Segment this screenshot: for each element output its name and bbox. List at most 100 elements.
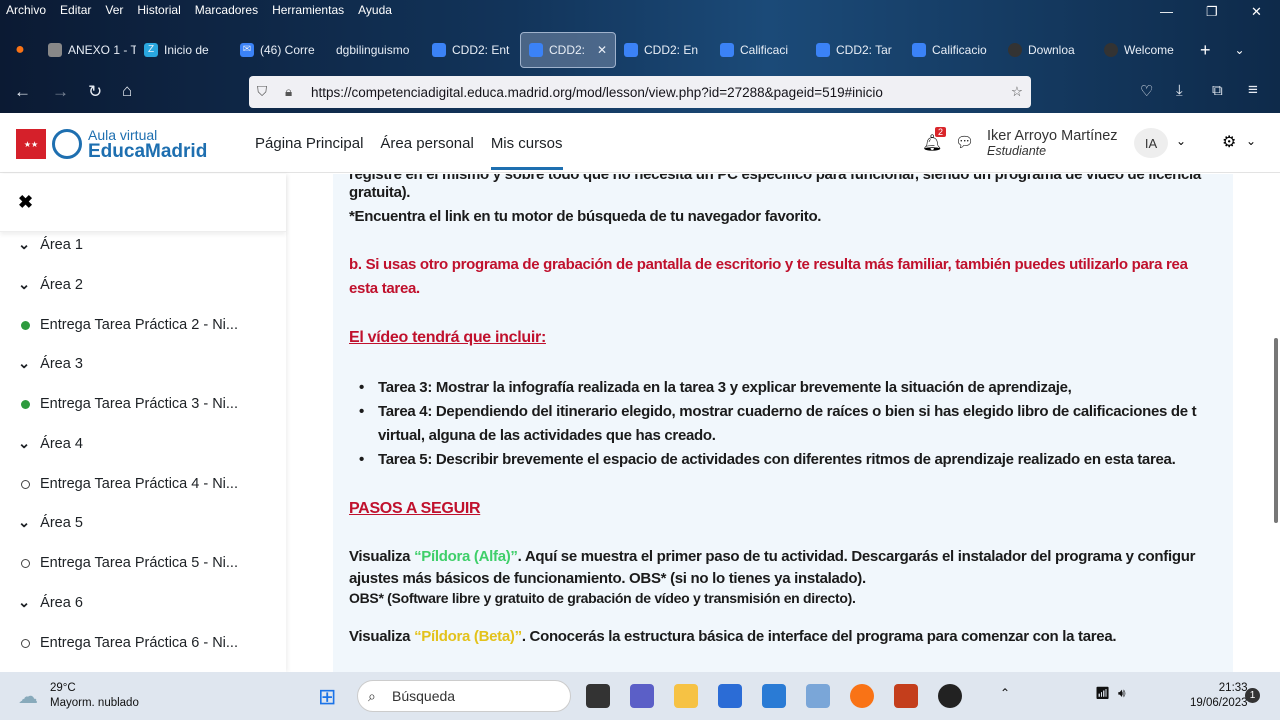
app-menu-icon[interactable]: ≡ — [1248, 80, 1258, 100]
menu-herramientas[interactable]: Herramientas — [272, 3, 344, 17]
tray-chevron-icon[interactable]: ⌃ — [1000, 686, 1010, 700]
tab[interactable]: CDD2: Tar — [808, 32, 904, 68]
volume-icon[interactable]: 🔊︎ — [1118, 686, 1126, 701]
close-drawer-icon[interactable]: ✖ — [0, 174, 286, 232]
text-line: *Encuentra el link en tu motor de búsque… — [349, 208, 822, 225]
tab[interactable]: Z Inicio de — [136, 32, 232, 68]
weather-widget[interactable]: 29°C Mayorm. nublado — [50, 681, 139, 711]
mail-icon[interactable] — [762, 684, 786, 708]
new-tab-button[interactable]: + — [1200, 40, 1211, 61]
task-view-icon[interactable] — [586, 684, 610, 708]
teams-icon[interactable] — [630, 684, 654, 708]
page-scrollbar[interactable] — [1274, 338, 1278, 523]
search-icon: ⌕ — [368, 687, 376, 704]
home-button[interactable]: ⌂ — [122, 81, 132, 101]
menu-marcadores[interactable]: Marcadores — [195, 3, 258, 17]
taskbar-search[interactable]: ⌕ Búsqueda — [357, 680, 571, 712]
tab-label: dgbilinguismo — [336, 43, 410, 57]
download-icon[interactable]: ⤓ — [1176, 82, 1183, 99]
list-item: Tarea 3: Mostrar la infografía realizada… — [378, 379, 1072, 396]
pildora-alfa-link[interactable]: “Píldora (Alfa)” — [414, 548, 518, 565]
weather-icon[interactable]: ☁ — [18, 684, 38, 709]
tab[interactable]: Downloa — [1000, 32, 1096, 68]
avatar[interactable]: IA — [1134, 128, 1168, 158]
mail-icon: ✉ — [240, 43, 254, 57]
menu-ayuda[interactable]: Ayuda — [358, 3, 392, 17]
tab-label: CDD2: — [549, 43, 586, 57]
maximize-button[interactable]: ❐ — [1206, 4, 1218, 20]
text-line: gratuita). — [349, 184, 411, 201]
menu-ver[interactable]: Ver — [105, 3, 123, 17]
nav-area-personal[interactable]: Área personal — [380, 135, 473, 170]
url-bar[interactable]: ⛉ 🔒︎ https://competenciadigital.educa.ma… — [249, 76, 1031, 108]
pildora-beta-link[interactable]: “Píldora (Beta)” — [414, 628, 522, 645]
sidebar-section[interactable]: ⌄ Área 3 — [18, 356, 83, 372]
sidebar-activity[interactable]: Entrega Tarea Práctica 5 - Ni... — [18, 555, 238, 571]
tab[interactable]: CDD2: Ent — [424, 32, 520, 68]
tab[interactable]: Welcome — [1096, 32, 1192, 68]
temperature: 29°C — [50, 682, 76, 694]
tab-active[interactable]: CDD2: ✕ — [520, 32, 616, 68]
chevron-down-icon: ⌄ — [18, 515, 31, 531]
tab-label: CDD2: Tar — [836, 43, 892, 57]
list-item: virtual, alguna de las actividades que h… — [378, 427, 716, 444]
file-explorer-icon[interactable] — [674, 684, 698, 708]
pocket-icon[interactable]: ♡ — [1140, 82, 1153, 100]
powerpoint-icon[interactable] — [894, 684, 918, 708]
sidebar-section[interactable]: ⌄ Área 2 — [18, 277, 83, 293]
windows-start-icon[interactable]: ⊞ — [318, 684, 336, 710]
close-window-button[interactable]: ✕ — [1251, 4, 1262, 20]
list-tabs-button[interactable]: ⌄ — [1235, 43, 1245, 57]
educamadrid-logo[interactable]: ★★ Aula virtual EducaMadrid — [16, 127, 207, 161]
messages-icon[interactable]: 💬︎ — [955, 133, 974, 151]
lock-icon[interactable]: 🔒︎ — [285, 84, 292, 100]
sidebar-label: Entrega Tarea Práctica 4 - Ni... — [40, 476, 238, 492]
url-text[interactable]: https://competenciadigital.educa.madrid.… — [311, 85, 883, 100]
tab[interactable]: Calificacio — [904, 32, 1000, 68]
lesson-content: registre en el mismo y sobre todo que no… — [333, 174, 1233, 672]
section-heading: PASOS A SEGUIR — [349, 500, 481, 517]
wifi-icon[interactable]: 📶︎ — [1095, 686, 1110, 700]
snipping-tool-icon[interactable] — [806, 684, 830, 708]
list-item: Tarea 5: Describir brevemente el espacio… — [378, 451, 1176, 468]
obs-icon[interactable] — [938, 684, 962, 708]
sidebar-activity[interactable]: Entrega Tarea Práctica 3 - Ni... — [18, 396, 238, 412]
extensions-icon[interactable]: ⧉ — [1212, 82, 1223, 99]
clock[interactable]: 21:33 19/06/2023 — [1190, 681, 1248, 711]
nav-mis-cursos[interactable]: Mis cursos — [490, 135, 563, 170]
forward-button[interactable]: → — [52, 82, 69, 102]
tab-label: ANEXO 1 - TF — [68, 43, 136, 57]
chevron-down-icon[interactable]: ⌄ — [1176, 134, 1186, 148]
sidebar-activity[interactable]: Entrega Tarea Práctica 4 - Ni... — [18, 476, 238, 492]
tab-strip: ● ANEXO 1 - TF Z Inicio de ✉ (46) Corre dg… — [0, 31, 1280, 69]
sidebar-activity[interactable]: Entrega Tarea Práctica 6 - Ni... — [18, 635, 238, 651]
sidebar-section[interactable]: ⌄ Área 6 — [18, 595, 83, 611]
tab[interactable]: ✉ (46) Corre — [232, 32, 328, 68]
section-heading: El vídeo tendrá que incluir: — [349, 329, 546, 346]
back-button[interactable]: ← — [14, 82, 31, 102]
reload-button[interactable]: ↻ — [88, 82, 102, 102]
store-icon[interactable] — [718, 684, 742, 708]
nav-pagina-principal[interactable]: Página Principal — [255, 135, 363, 170]
menu-archivo[interactable]: Archivo — [6, 3, 46, 17]
sidebar-section[interactable]: ⌄ Área 5 — [18, 515, 83, 531]
chevron-down-icon[interactable]: ⌄ — [1246, 134, 1256, 148]
menu-editar[interactable]: Editar — [60, 3, 91, 17]
shield-icon[interactable]: ⛉ — [257, 84, 267, 100]
minimize-button[interactable]: — — [1160, 4, 1173, 19]
firefox-icon[interactable]: ● — [0, 41, 40, 59]
menu-historial[interactable]: Historial — [137, 3, 180, 17]
tab[interactable]: CDD2: En — [616, 32, 712, 68]
gear-icon[interactable]: ⚙ — [1222, 132, 1236, 152]
bookmark-star-icon[interactable]: ☆ — [1011, 84, 1023, 100]
tab[interactable]: ANEXO 1 - TF — [40, 32, 136, 68]
sidebar-section[interactable]: ⌄ Área 1 — [18, 237, 83, 253]
tab[interactable]: dgbilinguismo — [328, 32, 424, 68]
close-tab-icon[interactable]: ✕ — [597, 43, 607, 57]
notification-count[interactable]: 1 — [1245, 688, 1260, 703]
tab[interactable]: Calificaci — [712, 32, 808, 68]
sidebar-section[interactable]: ⌄ Área 4 — [18, 436, 83, 452]
user-menu[interactable]: Iker Arroyo Martínez Estudiante — [987, 128, 1118, 158]
sidebar-activity[interactable]: Entrega Tarea Práctica 2 - Ni... — [18, 317, 238, 333]
firefox-icon[interactable] — [850, 684, 874, 708]
